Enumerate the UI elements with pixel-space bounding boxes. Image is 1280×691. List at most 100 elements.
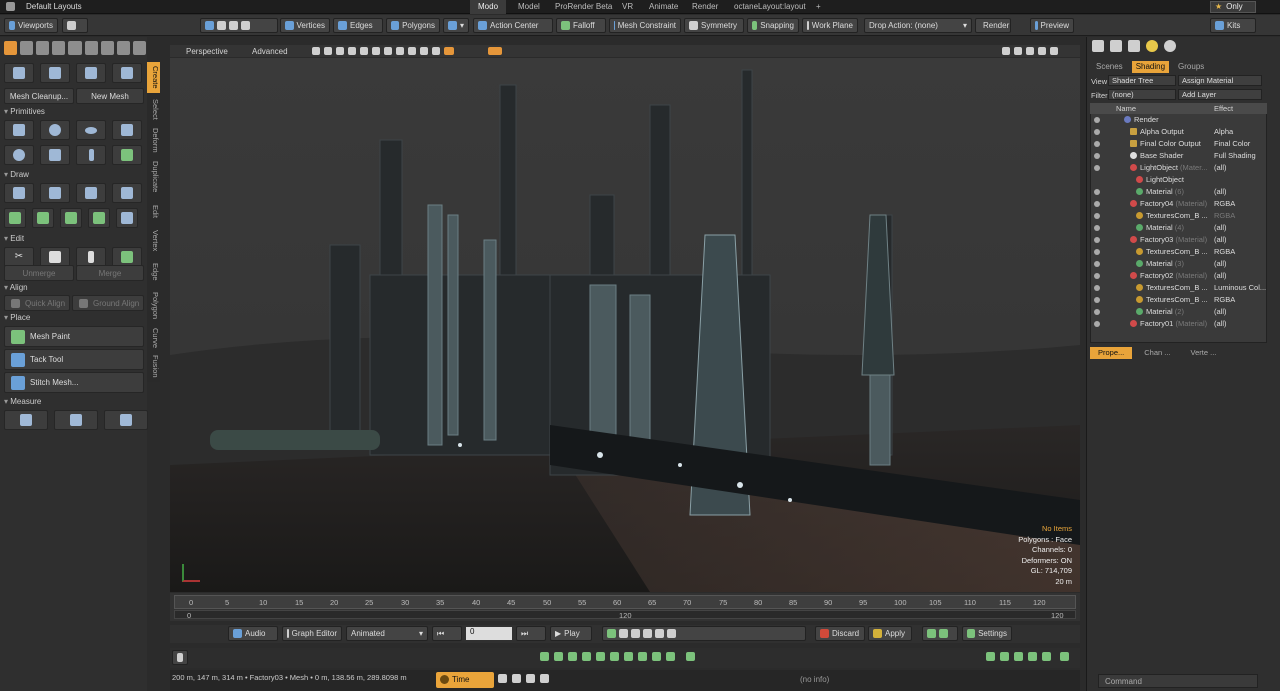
dimension-button[interactable] bbox=[104, 410, 148, 430]
zoom-button[interactable] bbox=[172, 650, 188, 665]
tab-scenes[interactable]: Scenes bbox=[1090, 61, 1129, 73]
brush-icon[interactable] bbox=[68, 41, 82, 55]
user-icon[interactable] bbox=[100, 41, 114, 55]
draw-header[interactable]: Draw bbox=[4, 170, 146, 181]
visibility-eye-icon[interactable] bbox=[1094, 237, 1100, 243]
image-icon[interactable] bbox=[1028, 652, 1037, 661]
snap-grid-icon[interactable] bbox=[582, 652, 591, 661]
menu-icon[interactable] bbox=[6, 2, 15, 11]
effect-cell[interactable]: RGBA bbox=[1214, 247, 1235, 256]
visibility-eye-icon[interactable] bbox=[1094, 297, 1100, 303]
tab-model[interactable]: Model bbox=[510, 0, 548, 14]
draw-tool-9[interactable] bbox=[116, 208, 138, 228]
name-column-header[interactable]: Name bbox=[1116, 104, 1136, 113]
visibility-eye-icon[interactable] bbox=[1094, 153, 1100, 159]
keyframe-tools-group[interactable] bbox=[602, 626, 806, 641]
falloff-button[interactable]: Falloff bbox=[556, 18, 606, 33]
light-bulb-icon[interactable] bbox=[1146, 40, 1158, 52]
effect-cell[interactable]: (all) bbox=[1214, 235, 1227, 244]
grid-layout-icon[interactable] bbox=[1042, 652, 1051, 661]
texture-icon[interactable] bbox=[348, 47, 356, 55]
tab-polygon[interactable]: Polygon bbox=[147, 288, 160, 324]
draw-tool-3[interactable] bbox=[76, 183, 106, 203]
draw-tool-8[interactable] bbox=[88, 208, 110, 228]
effect-column-header[interactable]: Effect bbox=[1214, 104, 1233, 113]
action-center-button[interactable]: Action Center bbox=[473, 18, 553, 33]
tree-row[interactable]: Material (3) (all) bbox=[1090, 259, 1267, 271]
tab-fusion[interactable]: Fusion bbox=[147, 352, 160, 380]
visibility-eye-icon[interactable] bbox=[1094, 117, 1100, 123]
tree-row[interactable]: Material (6) (all) bbox=[1090, 187, 1267, 199]
layout-toggle-button[interactable] bbox=[62, 18, 88, 33]
reflection-icon[interactable] bbox=[396, 47, 404, 55]
visibility-eye-icon[interactable] bbox=[1094, 261, 1100, 267]
visibility-eye-icon[interactable] bbox=[1094, 309, 1100, 315]
tab-render[interactable]: Render bbox=[684, 0, 726, 14]
tab-octane-layout[interactable]: octaneLayout:layout bbox=[726, 0, 814, 14]
snap-background-icon[interactable] bbox=[652, 652, 661, 661]
window-icon[interactable] bbox=[526, 674, 535, 683]
move-view-icon[interactable] bbox=[1002, 47, 1010, 55]
timeline[interactable]: 0 5 10 15 20 25 30 35 40 45 50 55 60 65 … bbox=[170, 593, 1080, 621]
effect-cell[interactable]: (all) bbox=[1214, 259, 1227, 268]
draw-tool-2[interactable] bbox=[40, 183, 70, 203]
viewports-button[interactable]: Viewports bbox=[4, 18, 58, 33]
torus-button[interactable] bbox=[4, 145, 34, 165]
effect-cell[interactable]: (all) bbox=[1214, 307, 1227, 316]
place-header[interactable]: Place bbox=[4, 313, 146, 324]
tree-row[interactable]: Final Color Output Final Color bbox=[1090, 139, 1267, 151]
maximize-view-icon[interactable] bbox=[1050, 47, 1058, 55]
tree-row[interactable]: Material (2) (all) bbox=[1090, 307, 1267, 319]
visibility-eye-icon[interactable] bbox=[1094, 189, 1100, 195]
tab-vr[interactable]: VR bbox=[614, 0, 641, 14]
create-tool-2[interactable] bbox=[40, 63, 70, 83]
effect-cell[interactable]: (all) bbox=[1214, 187, 1227, 196]
tab-shading[interactable]: Shading bbox=[1131, 61, 1170, 73]
paste-button[interactable] bbox=[76, 247, 106, 267]
visibility-eye-icon[interactable] bbox=[1094, 201, 1100, 207]
settings-button[interactable]: Settings bbox=[962, 626, 1012, 641]
snap-vertex-icon[interactable] bbox=[540, 652, 549, 661]
tree-row[interactable]: TexturesCom_B ... Luminous Col... bbox=[1090, 283, 1267, 295]
effect-cell[interactable]: (all) bbox=[1214, 223, 1227, 232]
tree-row[interactable]: TexturesCom_B ... RGBA bbox=[1090, 247, 1267, 259]
tab-prorender[interactable]: ProRender Beta bbox=[547, 0, 620, 14]
draw-tool-7[interactable] bbox=[60, 208, 82, 228]
add-tab-button[interactable]: + bbox=[808, 0, 829, 14]
shadow-icon[interactable] bbox=[408, 47, 416, 55]
cone-button[interactable] bbox=[112, 120, 142, 140]
rotate-icon[interactable] bbox=[36, 41, 50, 55]
tree-row[interactable]: Factory04 (Material) RGBA bbox=[1090, 199, 1267, 211]
tab-duplicate[interactable]: Duplicate bbox=[147, 157, 160, 197]
tube-button[interactable] bbox=[76, 145, 106, 165]
tab-vertex-maps[interactable]: Verte ... bbox=[1183, 347, 1225, 359]
view-dropdown[interactable]: Shader Tree bbox=[1108, 75, 1176, 86]
align-header[interactable]: Align bbox=[4, 283, 146, 294]
view-perspective-dropdown[interactable]: Perspective bbox=[186, 47, 228, 56]
globe-icon[interactable] bbox=[116, 41, 130, 55]
create-tool-1[interactable] bbox=[4, 63, 34, 83]
draw-tool-4[interactable] bbox=[112, 183, 142, 203]
wireframe-icon[interactable] bbox=[324, 47, 332, 55]
snap-edge-icon[interactable] bbox=[554, 652, 563, 661]
time-button[interactable]: Time bbox=[436, 672, 494, 688]
skip-start-button[interactable]: ⏮ bbox=[432, 626, 462, 641]
tab-create[interactable]: Create bbox=[147, 62, 160, 93]
ao-icon[interactable] bbox=[420, 47, 428, 55]
list-view-icon[interactable] bbox=[512, 674, 521, 683]
command-input[interactable]: Command bbox=[1098, 674, 1258, 688]
capsule-button[interactable] bbox=[76, 120, 106, 140]
snap-guide-icon[interactable] bbox=[638, 652, 647, 661]
sphere-button[interactable] bbox=[40, 120, 70, 140]
tab-select[interactable]: Select bbox=[147, 95, 160, 123]
new-mesh-button[interactable]: New Mesh bbox=[76, 88, 144, 104]
stack-icon[interactable] bbox=[1014, 652, 1023, 661]
primitives-header[interactable]: Primitives bbox=[4, 107, 146, 118]
effect-cell[interactable]: RGBA bbox=[1214, 199, 1235, 208]
mesh-constraint-button[interactable]: Mesh Constraint bbox=[609, 18, 681, 33]
effect-cell[interactable]: Alpha bbox=[1214, 127, 1233, 136]
delete-button[interactable] bbox=[112, 247, 142, 267]
draw-tool-6[interactable] bbox=[32, 208, 54, 228]
camera-item-icon[interactable] bbox=[1128, 40, 1140, 52]
visibility-eye-icon[interactable] bbox=[1094, 273, 1100, 279]
